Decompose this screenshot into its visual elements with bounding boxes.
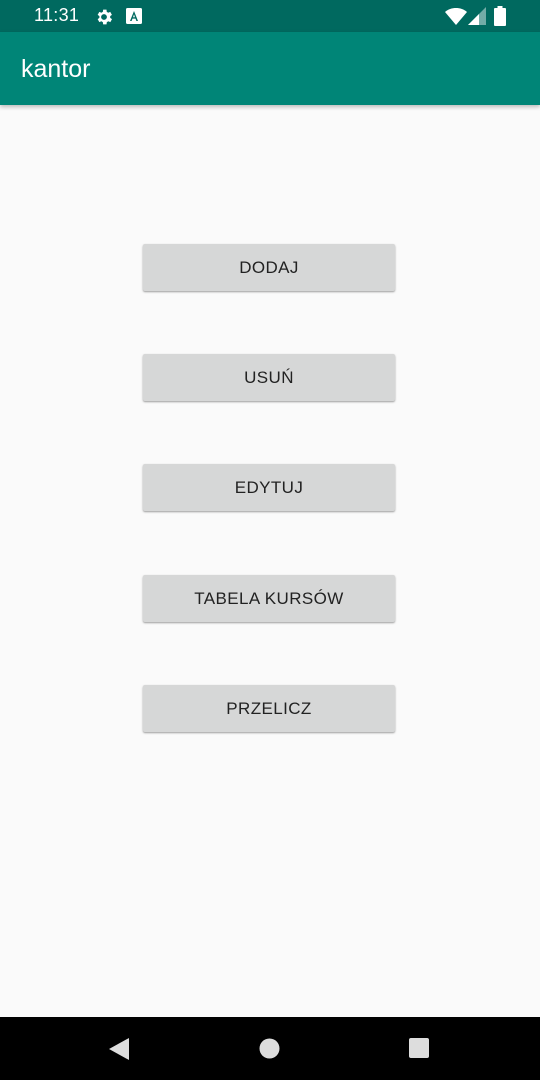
battery-icon xyxy=(494,6,506,26)
rates-table-button[interactable]: TABELA KURSÓW xyxy=(143,575,395,622)
edit-button[interactable]: EDYTUJ xyxy=(143,464,395,511)
wifi-icon xyxy=(445,8,467,25)
main-content: DODAJ USUŃ EDYTUJ TABELA KURSÓW PRZELICZ xyxy=(0,105,540,1017)
recents-icon[interactable] xyxy=(409,1038,429,1058)
signal-icon xyxy=(468,7,486,25)
status-bar: 11:31 xyxy=(0,0,540,32)
gear-icon xyxy=(97,9,112,25)
remove-button[interactable]: USUŃ xyxy=(143,354,395,401)
back-icon[interactable] xyxy=(109,1038,129,1060)
status-time: 11:31 xyxy=(34,5,80,25)
home-icon[interactable] xyxy=(259,1038,280,1059)
app-bar: kantor xyxy=(0,32,540,105)
app-title: kantor xyxy=(21,55,91,83)
navigation-bar xyxy=(0,1017,540,1080)
a-box-icon xyxy=(126,8,142,24)
convert-button[interactable]: PRZELICZ xyxy=(143,685,395,732)
add-button[interactable]: DODAJ xyxy=(143,244,395,291)
